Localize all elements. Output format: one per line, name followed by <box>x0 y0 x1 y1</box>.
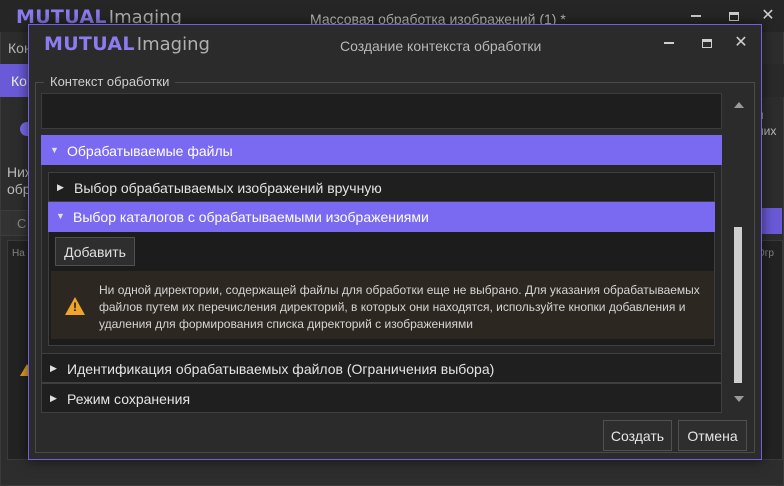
dialog-title: Создание контекста обработки <box>340 38 542 54</box>
section-processed-files[interactable]: ▼ Обрабатываемые файлы <box>41 135 722 165</box>
dialog-logo: MUTUAL Imaging <box>44 33 210 55</box>
dialog-logo-bold: MUTUAL <box>44 33 135 55</box>
subsection-manual-selection-label: Выбор обрабатываемых изображений вручную <box>74 180 382 196</box>
dialog-maximize-button[interactable] <box>697 33 717 53</box>
maximize-icon <box>702 38 712 48</box>
scrollbar-thumb[interactable] <box>734 227 742 383</box>
main-active-tab-label: Ко <box>11 73 27 89</box>
context-top-field[interactable] <box>41 93 722 129</box>
section-identification[interactable]: ▶ Идентификация обрабатываемых файлов (О… <box>41 353 722 383</box>
maximize-icon <box>729 11 739 21</box>
expanded-arrow-icon: ▼ <box>56 211 65 221</box>
minimize-icon <box>691 15 701 17</box>
main-minimize-button[interactable] <box>686 6 706 26</box>
minimize-icon <box>664 42 674 44</box>
collapsed-arrow-icon: ▶ <box>50 363 57 373</box>
main-close-button[interactable]: ✕ <box>758 6 778 26</box>
create-button[interactable]: Создать <box>603 420 672 451</box>
dialog-close-button[interactable]: ✕ <box>731 33 751 53</box>
context-group-label: Контекст обработки <box>44 74 176 89</box>
warning-icon-mark: ! <box>73 300 77 314</box>
expanded-arrow-icon: ▼ <box>50 145 59 155</box>
warning-text: Ни одной директории, содержащей файлы дл… <box>99 283 700 331</box>
collapsed-arrow-icon: ▶ <box>50 393 57 403</box>
section-save-mode-label: Режим сохранения <box>67 391 191 407</box>
main-maximize-button[interactable] <box>724 6 744 26</box>
create-context-dialog: MUTUAL Imaging Создание контекста обрабо… <box>28 24 762 460</box>
scroll-down-arrow-icon[interactable] <box>734 396 744 402</box>
subsection-manual-selection[interactable]: ▶ Выбор обрабатываемых изображений вручн… <box>48 172 715 202</box>
section-processed-files-label: Обрабатываемые файлы <box>67 143 233 159</box>
scroll-up-arrow-icon[interactable] <box>734 102 744 108</box>
collapsed-arrow-icon: ▶ <box>57 182 64 192</box>
dialog-minimize-button[interactable] <box>659 33 679 53</box>
subsection-catalog-selection[interactable]: ▼ Выбор каталогов с обрабатываемыми изоб… <box>48 202 715 232</box>
cancel-button[interactable]: Отмена <box>678 420 747 451</box>
add-directory-button[interactable]: Добавить <box>55 237 135 266</box>
section-save-mode[interactable]: ▶ Режим сохранения <box>41 383 722 413</box>
main-search-input-text: С <box>17 216 27 231</box>
main-search-input[interactable]: С <box>0 210 30 236</box>
subsection-catalog-selection-label: Выбор каталогов с обрабатываемыми изобра… <box>73 209 429 225</box>
section-identification-label: Идентификация обрабатываемых файлов (Огр… <box>67 361 495 377</box>
close-icon: ✕ <box>761 7 775 24</box>
dialog-logo-light: Imaging <box>136 34 210 55</box>
close-icon: ✕ <box>734 34 748 51</box>
main-grid-header-left: На <box>12 248 25 259</box>
